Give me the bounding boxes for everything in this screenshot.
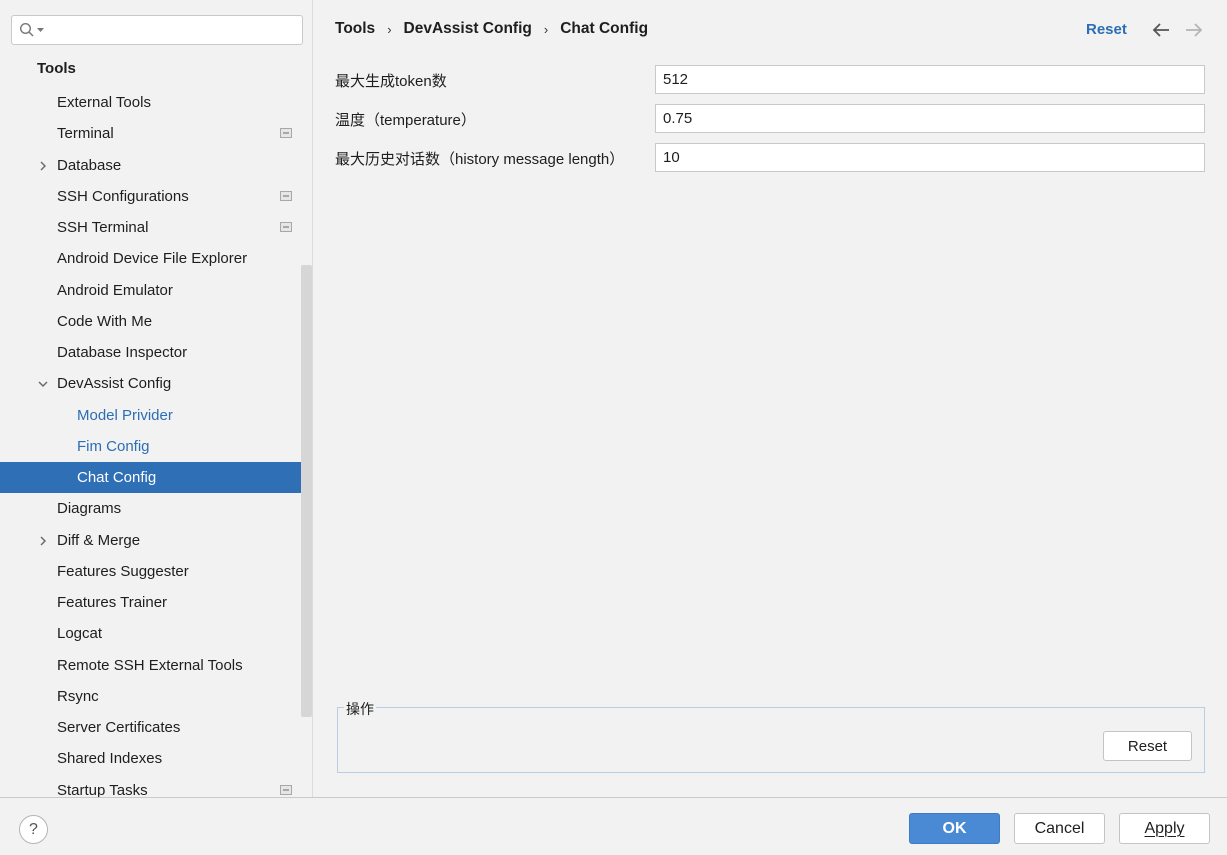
actions-group-title: 操作	[344, 699, 376, 719]
sidebar-item-label: Code With Me	[57, 312, 153, 330]
sidebar-item-chat-config[interactable]: Chat Config	[0, 462, 312, 494]
settings-tree: External Tools Terminal Database SSH Config…	[0, 87, 312, 798]
project-settings-icon	[280, 190, 292, 201]
project-settings-icon	[280, 784, 292, 795]
settings-sidebar: Tools External Tools Terminal Database SSH …	[0, 0, 313, 797]
sidebar-item-features-trainer[interactable]: Features Trainer	[0, 587, 312, 618]
sidebar-item-label: SSH Terminal	[57, 219, 149, 236]
chevron-right-icon[interactable]	[37, 160, 49, 172]
project-settings-icon	[280, 128, 292, 139]
sidebar-item-ssh-terminal[interactable]: SSH Terminal	[0, 212, 312, 243]
settings-content: Tools › DevAssist Config › Chat Config R…	[314, 0, 1227, 797]
sidebar-item-label: Database	[57, 156, 122, 174]
temperature-input[interactable]	[655, 104, 1205, 133]
sidebar-item-diagrams[interactable]: Diagrams	[0, 493, 312, 524]
sidebar-item-label: Fim Config	[77, 437, 150, 455]
breadcrumb: Tools › DevAssist Config › Chat Config	[335, 20, 648, 38]
sidebar-item-label: Startup Tasks	[57, 781, 148, 798]
project-settings-icon	[280, 222, 292, 232]
sidebar-item-label: Shared Indexes	[57, 750, 163, 768]
history-length-row: 最大历史对话数（history message length）	[335, 143, 1205, 173]
sidebar-item-database[interactable]: Database	[0, 150, 312, 181]
sidebar-item-database-inspector[interactable]: Database Inspector	[0, 337, 312, 368]
sidebar-item-ssh-configurations[interactable]: SSH Configurations	[0, 181, 312, 212]
sidebar-item-label: Android Device File Explorer	[57, 250, 248, 268]
forward-arrow-icon[interactable]	[1185, 22, 1203, 38]
sidebar-item-rsync[interactable]: Rsync	[0, 681, 312, 712]
actions-group: 操作 Reset	[337, 699, 1205, 773]
search-options-icon[interactable]	[37, 28, 44, 33]
dialog-footer: ? OK Cancel Apply	[0, 797, 1227, 855]
sidebar-item-label: SSH Configurations	[57, 187, 189, 205]
sidebar-item-label: Rsync	[57, 687, 99, 705]
sidebar-item-terminal[interactable]: Terminal	[0, 118, 312, 149]
sidebar-item-label: Chat Config	[77, 469, 157, 486]
sidebar-item-label: Server Certificates	[57, 719, 181, 736]
reset-button[interactable]: Reset	[1103, 731, 1192, 761]
sidebar-item-label: Logcat	[57, 625, 103, 643]
sidebar-item-startup-tasks[interactable]: Startup Tasks	[0, 775, 312, 798]
history-length-label: 最大历史对话数（history message length）	[335, 151, 625, 168]
help-button[interactable]: ?	[19, 815, 48, 844]
sidebar-item-remote-ssh-external-tools[interactable]: Remote SSH External Tools	[0, 650, 312, 681]
sidebar-item-label: Database Inspector	[57, 344, 188, 361]
sidebar-item-android-emulator[interactable]: Android Emulator	[0, 275, 312, 306]
cancel-button[interactable]: Cancel	[1014, 813, 1105, 844]
history-length-input[interactable]	[655, 143, 1205, 172]
sidebar-item-code-with-me[interactable]: Code With Me	[0, 306, 312, 337]
breadcrumb-item-current: Chat Config	[560, 20, 649, 37]
sidebar-item-android-device-file-explorer[interactable]: Android Device File Explorer	[0, 243, 312, 274]
sidebar-item-diff-merge[interactable]: Diff & Merge	[0, 525, 312, 556]
chevron-down-icon[interactable]	[37, 378, 49, 390]
sidebar-item-server-certificates[interactable]: Server Certificates	[0, 712, 312, 743]
sidebar-item-label: Remote SSH External Tools	[57, 656, 243, 674]
sidebar-item-label: External Tools	[57, 94, 151, 111]
back-arrow-icon[interactable]	[1152, 22, 1170, 38]
max-tokens-label: 最大生成token数	[335, 73, 447, 90]
chevron-right-icon[interactable]	[37, 535, 49, 547]
temperature-row: 温度（temperature）	[335, 104, 1205, 134]
sidebar-item-label: DevAssist Config	[57, 375, 172, 393]
sidebar-item-label: Diff & Merge	[57, 531, 141, 549]
breadcrumb-item[interactable]: DevAssist Config	[404, 20, 532, 38]
breadcrumb-item[interactable]: Tools	[335, 20, 375, 38]
breadcrumb-separator: ›	[387, 21, 392, 37]
ok-button[interactable]: OK	[909, 813, 1000, 844]
breadcrumb-separator: ›	[543, 21, 549, 37]
temperature-label: 温度（temperature）	[335, 112, 476, 129]
sidebar-item-model-privider[interactable]: Model Privider	[0, 400, 312, 431]
sidebar-scrollbar[interactable]	[301, 265, 312, 717]
sidebar-item-features-suggester[interactable]: Features Suggester	[0, 556, 312, 587]
sidebar-item-label: Android Emulator	[57, 281, 173, 299]
sidebar-item-label: Features Suggester	[57, 562, 189, 580]
reset-link[interactable]: Reset	[1086, 21, 1127, 38]
sidebar-item-label: Features Trainer	[57, 594, 168, 611]
sidebar-item-fim-config[interactable]: Fim Config	[0, 431, 312, 462]
search-icon	[19, 22, 34, 37]
tree-section-header: Tools	[37, 60, 76, 77]
sidebar-item-devassist-config[interactable]: DevAssist Config	[0, 368, 312, 399]
sidebar-item-external-tools[interactable]: External Tools	[0, 87, 312, 118]
sidebar-item-shared-indexes[interactable]: Shared Indexes	[0, 743, 312, 774]
apply-button[interactable]: Apply	[1119, 813, 1210, 844]
max-tokens-input[interactable]	[655, 65, 1205, 94]
max-tokens-row: 最大生成token数	[335, 65, 1205, 95]
sidebar-item-logcat[interactable]: Logcat	[0, 618, 312, 649]
search-input[interactable]	[11, 15, 303, 45]
sidebar-item-label: Model Privider	[77, 406, 173, 424]
sidebar-item-label: Diagrams	[57, 500, 122, 518]
sidebar-item-label: Terminal	[57, 125, 114, 143]
